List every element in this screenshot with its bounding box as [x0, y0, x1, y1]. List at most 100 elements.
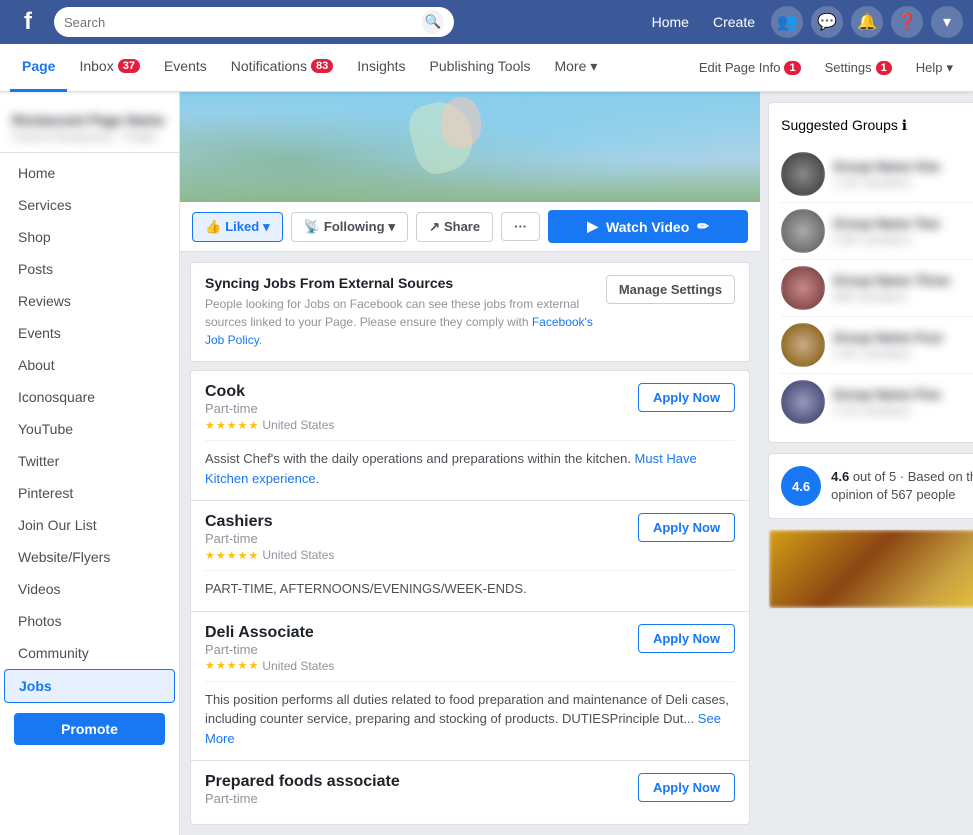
food-thumbnail — [768, 529, 973, 609]
search-input[interactable] — [64, 15, 416, 30]
group-meta-5: 2.1K members — [833, 404, 973, 418]
group-name-4: Group Name Four — [833, 330, 973, 345]
group-avatar-4 — [781, 323, 825, 367]
messenger-icon[interactable]: 💬 — [811, 6, 843, 38]
apply-button-deli[interactable]: Apply Now — [638, 624, 735, 653]
job-info-prepared: Prepared foods associate Part-time — [205, 773, 400, 808]
job-title-cook: Cook — [205, 383, 334, 401]
facebook-logo[interactable]: f — [10, 4, 46, 40]
sidebar-item-jobs[interactable]: Jobs — [4, 669, 175, 703]
sidebar-item-youtube[interactable]: YouTube — [4, 413, 175, 445]
job-title-cashiers: Cashiers — [205, 513, 334, 531]
sidebar-item-home[interactable]: Home — [4, 157, 175, 189]
see-more-link-deli[interactable]: See More — [205, 711, 721, 746]
group-item-4: Group Name Four 3.4K members — [781, 317, 973, 374]
sidebar-item-website-flyers[interactable]: Website/Flyers — [4, 541, 175, 573]
play-icon: ▶ — [587, 218, 598, 235]
center-column: 👍 Liked ▾ 📡 Following ▾ ↗ Share ··· ▶ Wa… — [180, 92, 760, 835]
job-header-deli: Deli Associate Part-time ★ ★ ★ ★ ★ — [205, 624, 735, 673]
tab-page[interactable]: Page — [10, 44, 67, 92]
rating-circle: 4.6 — [781, 466, 821, 506]
create-nav-link[interactable]: Create — [705, 10, 763, 34]
tab-inbox[interactable]: Inbox 37 — [67, 44, 152, 92]
sidebar-item-posts[interactable]: Posts — [4, 253, 175, 285]
sidebar-item-shop[interactable]: Shop — [4, 221, 175, 253]
job-card-deli: Deli Associate Part-time ★ ★ ★ ★ ★ — [190, 612, 750, 762]
home-nav-link[interactable]: Home — [644, 10, 697, 34]
sync-title: Syncing Jobs From External Sources — [205, 275, 596, 291]
rating-text: 4.6 out of 5 · Based on the opinion of 5… — [831, 468, 973, 504]
tab-publishing-tools[interactable]: Publishing Tools — [418, 44, 543, 92]
more-button[interactable]: ··· — [501, 212, 540, 241]
page-name-blurred: Restaurant Page Name — [12, 112, 167, 128]
right-sidebar: Suggested Groups ℹ × Group Name One 1.2K… — [760, 92, 973, 835]
manage-settings-button[interactable]: Manage Settings — [606, 275, 735, 304]
sidebar-page-info: Restaurant Page Name Food & Restaurant ·… — [0, 102, 179, 153]
group-info-4: Group Name Four 3.4K members — [833, 330, 973, 361]
job-policy-link[interactable]: Facebook's Job Policy — [205, 315, 593, 347]
apply-button-prepared[interactable]: Apply Now — [638, 773, 735, 802]
sidebar-item-about[interactable]: About — [4, 349, 175, 381]
search-button[interactable]: 🔍 — [422, 10, 444, 34]
group-avatar-1 — [781, 152, 825, 196]
group-meta-1: 1.2K members — [833, 176, 973, 190]
info-icon[interactable]: ℹ — [902, 117, 907, 133]
group-avatar-5 — [781, 380, 825, 424]
sidebar-item-videos[interactable]: Videos — [4, 573, 175, 605]
group-meta-2: 5.6K members — [833, 233, 973, 247]
sidebar-nav: Home Services Shop Posts Reviews Events … — [0, 153, 179, 703]
job-header-prepared: Prepared foods associate Part-time Apply… — [205, 773, 735, 808]
job-type-cashiers: Part-time — [205, 531, 334, 546]
rating-stars-cashiers: ★ ★ ★ ★ ★ — [205, 549, 258, 562]
sidebar-item-reviews[interactable]: Reviews — [4, 285, 175, 317]
apply-button-cashiers[interactable]: Apply Now — [638, 513, 735, 542]
help-icon[interactable]: ❓ — [891, 6, 923, 38]
bell-icon[interactable]: 🔔 — [851, 6, 883, 38]
sync-banner-text: Syncing Jobs From External Sources Peopl… — [205, 275, 596, 349]
job-card-prepared-foods: Prepared foods associate Part-time Apply… — [190, 761, 750, 825]
edit-page-badge: 1 — [784, 61, 800, 75]
main-layout: Restaurant Page Name Food & Restaurant ·… — [0, 92, 973, 835]
job-type-deli: Part-time — [205, 642, 334, 657]
group-item-1: Group Name One 1.2K members — [781, 146, 973, 203]
watch-video-button[interactable]: ▶ Watch Video ✏ — [548, 210, 748, 243]
tab-events[interactable]: Events — [152, 44, 219, 92]
settings-btn[interactable]: Settings 1 — [815, 54, 902, 81]
sidebar-item-photos[interactable]: Photos — [4, 605, 175, 637]
group-info-2: Group Name Two 5.6K members — [833, 216, 973, 247]
liked-button[interactable]: 👍 Liked ▾ — [192, 212, 283, 242]
group-item-5: Group Name Five 2.1K members — [781, 374, 973, 430]
desc-highlight-cook: Must Have Kitchen experience. — [205, 451, 697, 486]
cover-decor-2 — [441, 97, 481, 147]
pencil-icon: ✏ — [697, 218, 709, 235]
chevron-down-icon[interactable]: ▾ — [931, 6, 963, 38]
group-meta-3: 890 members — [833, 290, 973, 304]
edit-page-info-btn[interactable]: Edit Page Info 1 — [689, 54, 811, 81]
help-btn[interactable]: Help ▾ — [906, 54, 963, 82]
job-header-cashiers: Cashiers Part-time ★ ★ ★ ★ ★ Un — [205, 513, 735, 562]
job-desc-deli: This position performs all duties relate… — [205, 681, 735, 749]
sync-desc: People looking for Jobs on Facebook can … — [205, 295, 596, 349]
sidebar-item-join-our-list[interactable]: Join Our List — [4, 509, 175, 541]
sidebar-item-pinterest[interactable]: Pinterest — [4, 477, 175, 509]
jobs-container: Syncing Jobs From External Sources Peopl… — [180, 252, 760, 835]
share-button[interactable]: ↗ Share — [416, 212, 493, 242]
people-icon[interactable]: 👥 — [771, 6, 803, 38]
rating-stars-deli: ★ ★ ★ ★ ★ — [205, 659, 258, 672]
sidebar-item-iconosquare[interactable]: Iconosquare — [4, 381, 175, 413]
sync-banner: Syncing Jobs From External Sources Peopl… — [190, 262, 750, 362]
sidebar-item-services[interactable]: Services — [4, 189, 175, 221]
left-sidebar: Restaurant Page Name Food & Restaurant ·… — [0, 92, 180, 835]
tab-insights[interactable]: Insights — [345, 44, 417, 92]
sidebar-item-community[interactable]: Community — [4, 637, 175, 669]
job-card-cook: Cook Part-time ★ ★ ★ ★ ★ United — [190, 370, 750, 501]
job-desc-cook: Assist Chef's with the daily operations … — [205, 440, 735, 488]
sidebar-item-events[interactable]: Events — [4, 317, 175, 349]
following-button[interactable]: 📡 Following ▾ — [291, 212, 408, 242]
search-bar[interactable]: 🔍 — [54, 7, 454, 37]
apply-button-cook[interactable]: Apply Now — [638, 383, 735, 412]
tab-more[interactable]: More ▾ — [542, 44, 609, 92]
tab-notifications[interactable]: Notifications 83 — [219, 44, 346, 92]
rating-stars-cook: ★ ★ ★ ★ ★ — [205, 419, 258, 432]
sidebar-item-twitter[interactable]: Twitter — [4, 445, 175, 477]
